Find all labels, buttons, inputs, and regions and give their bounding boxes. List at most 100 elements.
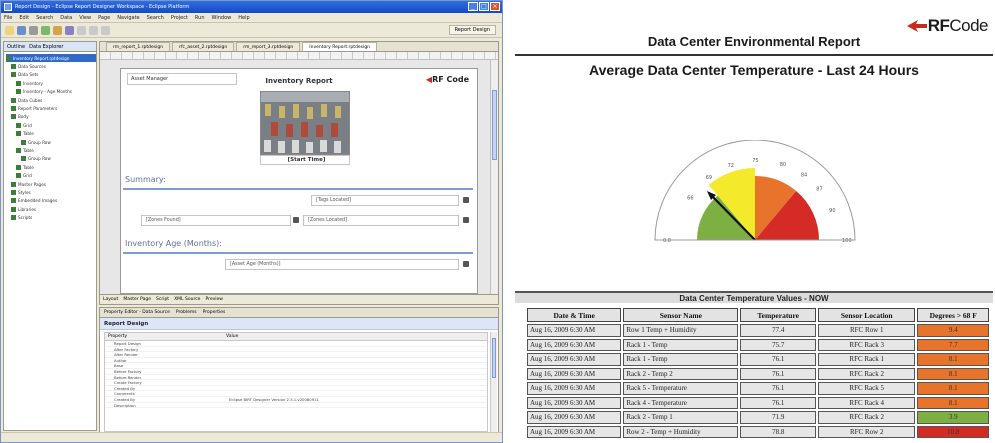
outline-item[interactable]: Data Sources xyxy=(6,62,96,70)
editor-tabs: rm_report_1.rptdesign rfc_asset_2.rptdes… xyxy=(100,42,498,52)
subtab-preview[interactable]: Preview xyxy=(205,295,223,304)
save-icon[interactable] xyxy=(17,25,26,35)
menu-search-2[interactable]: Search xyxy=(147,13,164,22)
editor-tab-1[interactable]: rm_report_1.rptdesign xyxy=(106,42,171,51)
outline-item[interactable]: Group Row xyxy=(6,138,96,146)
outline-item[interactable]: Table xyxy=(6,130,96,138)
outline-item[interactable]: Master Pages xyxy=(6,180,96,188)
environmental-report: RF Code Data Center Environmental Report… xyxy=(515,2,993,440)
outline-item[interactable]: Data Sets xyxy=(6,71,96,79)
perspective-switcher[interactable]: Report Design xyxy=(448,25,496,35)
cell-sensor-name: Rack 1 - Temp xyxy=(623,353,739,366)
outline-item[interactable]: Group Row xyxy=(6,155,96,163)
properties-scroll-thumb[interactable] xyxy=(492,338,496,378)
gauge-tick-label: 87 xyxy=(816,187,822,193)
cell-temperature: 71.9 xyxy=(740,411,817,424)
property-key: Create Factory xyxy=(114,380,142,386)
outline-item[interactable]: Inventory Report.rptdesign xyxy=(6,54,96,63)
outline-item[interactable]: Libraries xyxy=(6,205,96,213)
minimize-button[interactable]: _ xyxy=(468,2,478,11)
report-image[interactable] xyxy=(260,91,350,155)
start-time-caption[interactable]: [Start Time] xyxy=(260,155,350,165)
property-row[interactable]: Description xyxy=(105,403,487,409)
tags-located-field[interactable]: [Tags Located] xyxy=(311,195,459,206)
rf-code-swoosh-icon xyxy=(906,20,927,32)
zones-found-field[interactable]: [Zones Found] xyxy=(141,215,291,226)
properties-scrollbar[interactable] xyxy=(490,332,497,432)
forward-icon[interactable] xyxy=(101,25,110,35)
print-icon[interactable] xyxy=(29,25,38,35)
outline-item[interactable]: Data Cubes xyxy=(6,96,96,104)
menu-page[interactable]: Page xyxy=(98,13,110,22)
menu-file[interactable]: File xyxy=(4,13,12,22)
editor-tab-3[interactable]: rm_report_3.rptdesign xyxy=(236,42,301,51)
debug-icon[interactable] xyxy=(53,25,62,35)
cell-date-time: Aug 16, 2009 6:30 AM xyxy=(527,425,622,438)
tab-property-editor[interactable]: Property Editor - Data Source xyxy=(104,308,170,317)
field-menu-icon[interactable] xyxy=(293,217,299,223)
outline-item[interactable]: Table xyxy=(6,146,96,154)
editor-scroll-thumb[interactable] xyxy=(492,90,497,160)
close-button[interactable]: × xyxy=(490,2,500,11)
outline-item[interactable]: Scripts xyxy=(6,213,96,221)
cell-sensor-name: Row 2 - Temp + Humidity xyxy=(623,425,739,438)
menu-navigate[interactable]: Navigate xyxy=(117,13,139,22)
outline-item[interactable]: Styles xyxy=(6,188,96,196)
tree-node-icon xyxy=(11,106,16,112)
outline-item[interactable]: Report Parameters xyxy=(6,104,96,112)
gauge-tick-label: 66 xyxy=(687,196,693,202)
editor-scrollbar[interactable] xyxy=(490,60,498,294)
outline-item-label: Embedded Images xyxy=(18,198,58,204)
field-menu-icon[interactable] xyxy=(463,261,469,267)
tree-node-icon xyxy=(16,173,21,179)
report-title[interactable]: Inventory Report xyxy=(121,77,477,85)
editor-tab-2[interactable]: rfc_asset_2.rptdesign xyxy=(172,42,235,51)
tree-node-icon xyxy=(16,131,21,137)
menu-project[interactable]: Project xyxy=(171,13,188,22)
tree-node-icon xyxy=(16,122,21,128)
tab-outline[interactable]: Outline xyxy=(7,42,25,51)
tab-problems[interactable]: Problems xyxy=(176,308,197,317)
subtab-master-page[interactable]: Master Page xyxy=(123,295,151,304)
tab-data-explorer[interactable]: Data Explorer xyxy=(29,42,63,51)
preview-icon[interactable] xyxy=(65,25,74,35)
tab-properties[interactable]: Properties xyxy=(203,308,226,317)
menu-edit[interactable]: Edit xyxy=(19,13,29,22)
main-toolbar: Report Design xyxy=(1,23,502,38)
subtab-layout[interactable]: Layout xyxy=(103,295,118,304)
maximize-button[interactable]: □ xyxy=(479,2,489,11)
outline-item[interactable]: Inventory xyxy=(6,79,96,87)
subtab-script[interactable]: Script xyxy=(156,295,169,304)
outline-item-label: Table xyxy=(23,131,34,137)
new-file-icon[interactable] xyxy=(5,25,14,35)
outline-item[interactable]: Grid xyxy=(6,171,96,179)
menu-window[interactable]: Window xyxy=(212,13,232,22)
outline-item[interactable]: Table xyxy=(6,163,96,171)
menu-help[interactable]: Help xyxy=(238,13,249,22)
editor-tab-active[interactable]: Inventory Report.rptdesign xyxy=(302,42,377,51)
field-menu-icon[interactable] xyxy=(463,217,469,223)
cell-date-time: Aug 16, 2009 6:30 AM xyxy=(527,411,622,424)
field-menu-icon[interactable] xyxy=(463,197,469,203)
cell-sensor-location: RFC Rack 1 xyxy=(818,353,916,366)
menu-search[interactable]: Search xyxy=(36,13,53,22)
search-icon[interactable] xyxy=(77,25,86,35)
menu-view[interactable]: View xyxy=(79,13,91,22)
outline-item-label: Scripts xyxy=(18,215,33,221)
table-title: Data Center Temperature Values - NOW xyxy=(515,291,993,303)
outline-item[interactable]: Grid xyxy=(6,121,96,129)
inventory-age-label[interactable]: Inventory Age (Months): xyxy=(125,239,222,248)
cell-date-time: Aug 16, 2009 6:30 AM xyxy=(527,353,622,366)
summary-label[interactable]: Summary: xyxy=(125,175,166,184)
menu-run[interactable]: Run xyxy=(195,13,205,22)
menu-data[interactable]: Data xyxy=(60,13,72,22)
back-icon[interactable] xyxy=(89,25,98,35)
zones-located-field[interactable]: [Zones Located] xyxy=(303,215,459,226)
run-icon[interactable] xyxy=(41,25,50,35)
outline-item[interactable]: Inventory - Age Months xyxy=(6,88,96,96)
property-key: After Factory xyxy=(114,346,139,352)
subtab-xml-source[interactable]: XML Source xyxy=(174,295,200,304)
outline-item[interactable]: Body xyxy=(6,113,96,121)
asset-age-field[interactable]: [Asset Age (Months)] xyxy=(225,259,459,270)
outline-item[interactable]: Embedded Images xyxy=(6,197,96,205)
